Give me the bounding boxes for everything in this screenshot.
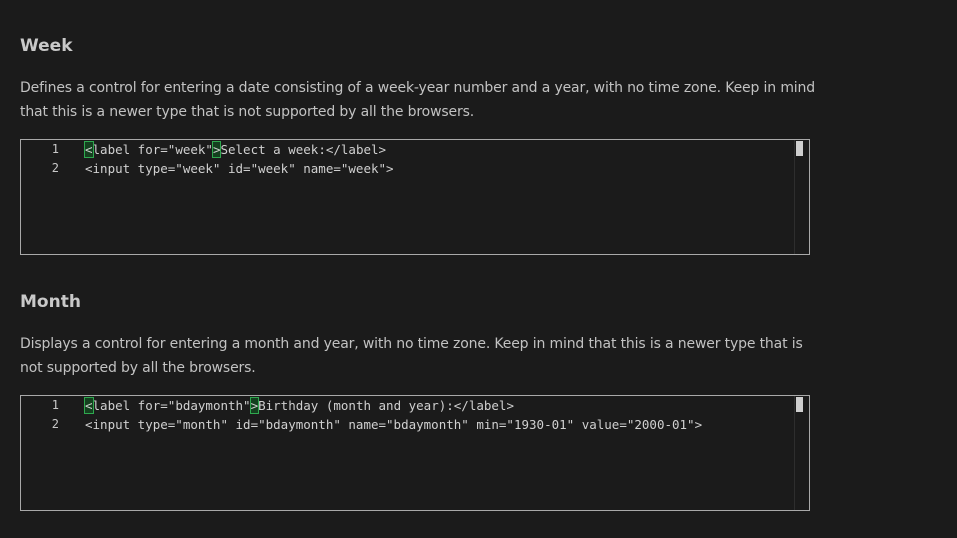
code-token: Birthday (month and year):</label> [258,398,514,413]
line-number: 2 [51,417,59,431]
code-token: label for="bdaymonth" [92,398,251,413]
vertical-scrollbar[interactable] [794,396,809,510]
section-month: Month Displays a control for entering a … [20,292,810,511]
line-number: 2 [51,161,59,175]
code-line[interactable]: <label for="bdaymonth">Birthday (month a… [84,396,514,415]
code-line[interactable]: <label for="week">Select a week:</label> [84,140,387,159]
line-number: 1 [51,398,59,412]
code-token: label for="week" [92,142,213,157]
code-editor-month[interactable]: 1 2 <label for="bdaymonth">Birthday (mon… [20,395,810,511]
section-description-month: Displays a control for entering a month … [20,336,803,376]
code-token: Select a week:</label> [220,142,387,157]
section-description-week: Defines a control for entering a date co… [20,80,816,120]
line-number-gutter: 1 2 [21,396,69,510]
line-number: 1 [51,142,59,156]
code-line[interactable]: <input type="month" id="bdaymonth" name=… [85,415,702,434]
scrollbar-thumb[interactable] [796,141,803,156]
scrollbar-thumb[interactable] [796,397,803,412]
line-number-gutter: 1 2 [21,140,69,254]
vertical-scrollbar[interactable] [794,140,809,254]
section-week: Week Defines a control for entering a da… [20,36,815,255]
bracket-match-open: < [84,397,94,414]
page: Week Defines a control for entering a da… [0,0,957,538]
code-editor-week[interactable]: 1 2 <label for="week">Select a week:</la… [20,139,810,255]
code-line[interactable]: <input type="week" id="week" name="week"… [85,159,394,178]
section-title-week: Week [20,36,73,56]
section-title-month: Month [20,292,81,312]
bracket-match-open: < [84,141,94,158]
bracket-match-close: > [249,397,260,414]
